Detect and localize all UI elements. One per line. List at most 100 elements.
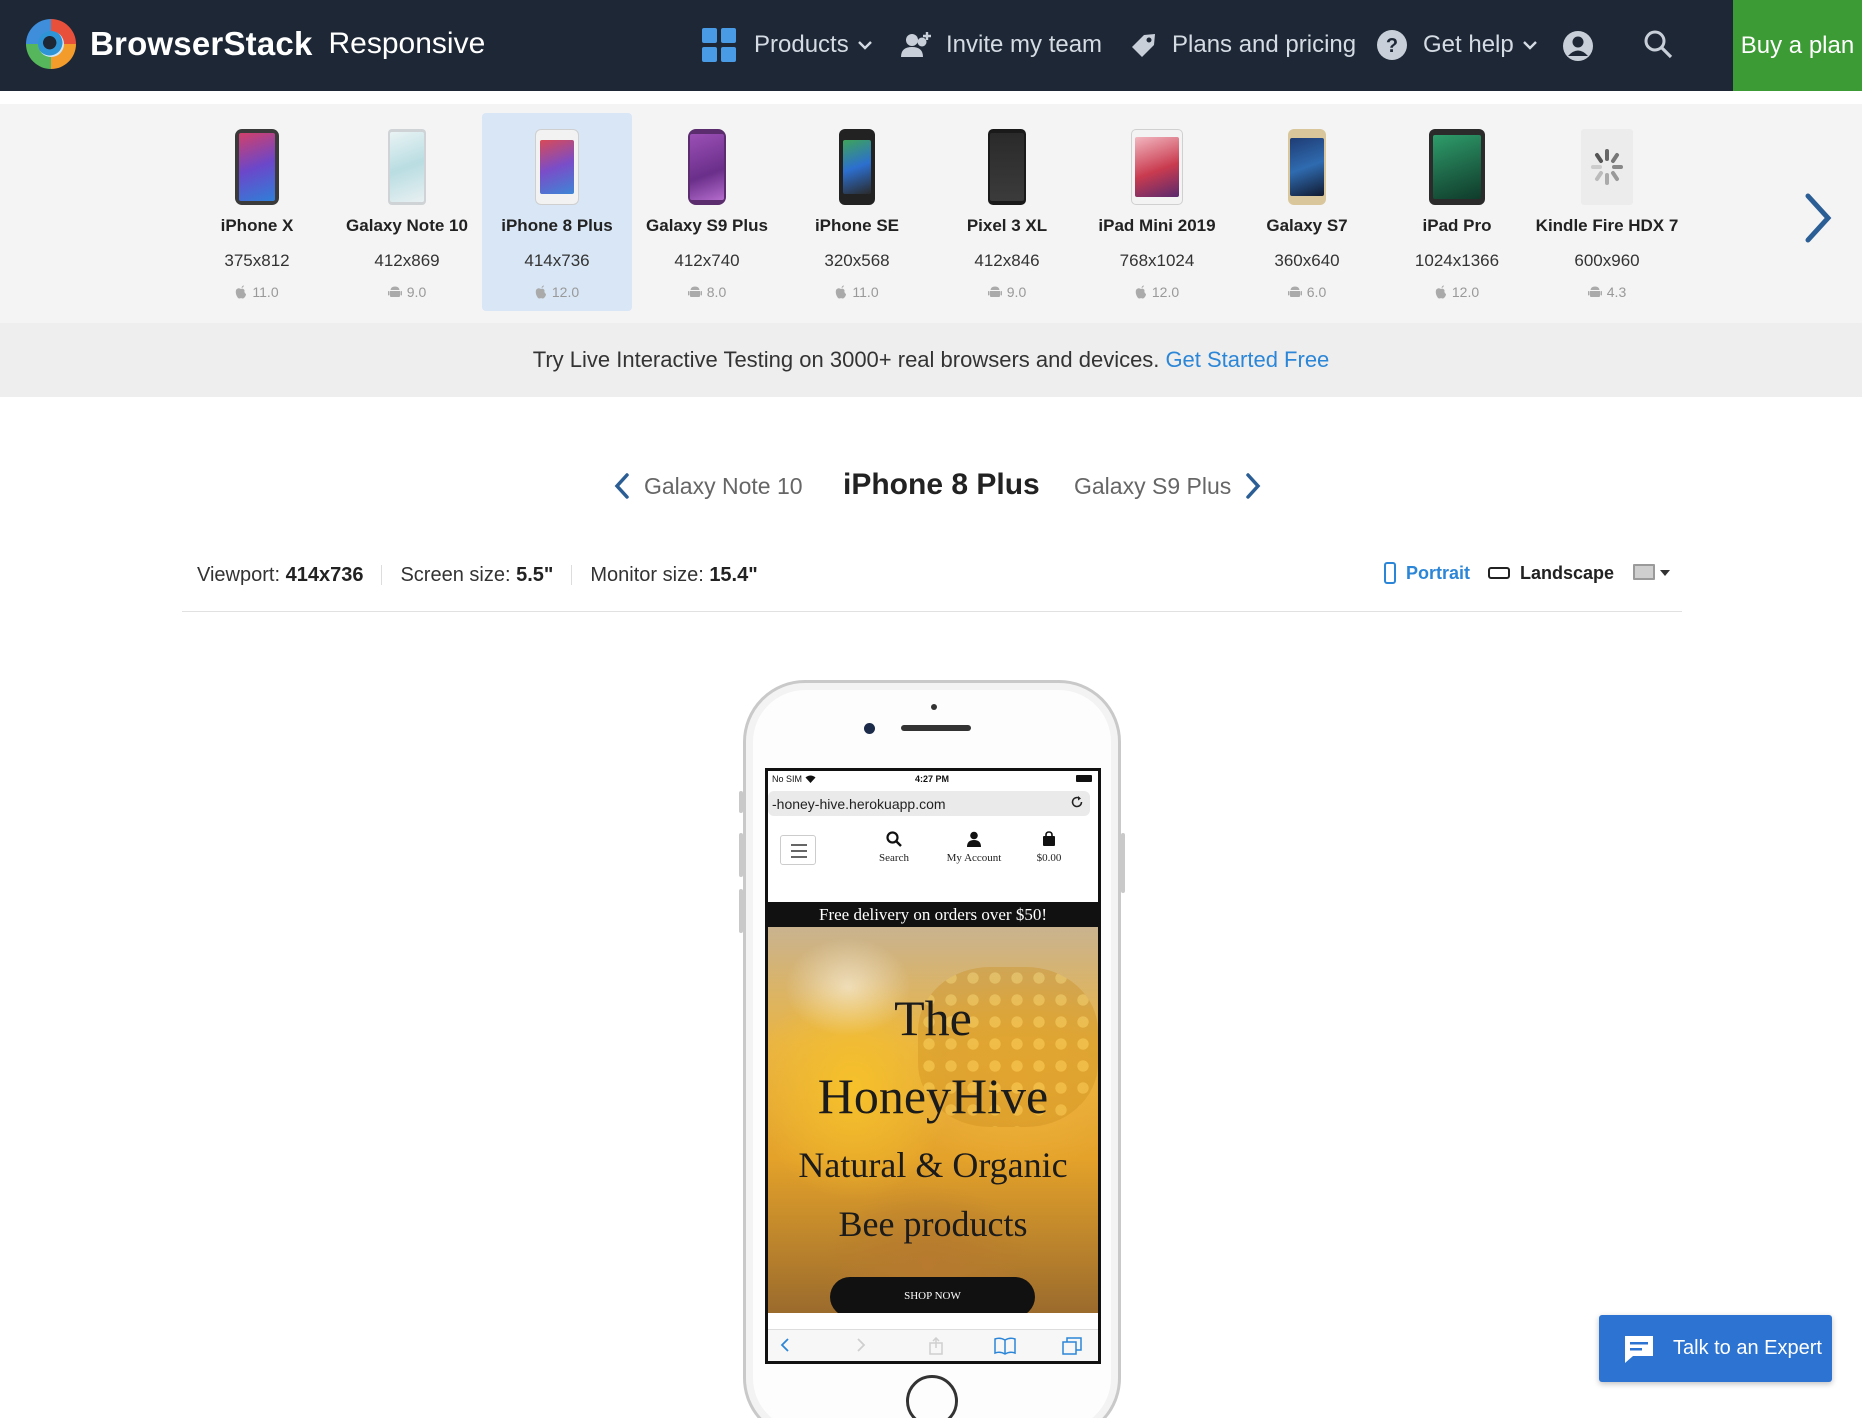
chat-bubble-icon bbox=[1625, 1335, 1653, 1363]
phone-portrait-icon bbox=[1384, 562, 1396, 584]
android-icon bbox=[387, 286, 402, 297]
device-resolution: 600x960 bbox=[1574, 251, 1640, 270]
device-os: 11.0 bbox=[182, 284, 332, 300]
device-iphone-8-plus[interactable]: iPhone 8 Plus 414x736 12.0 bbox=[482, 113, 632, 311]
device-name: iPad Mini 2019 bbox=[1098, 216, 1216, 235]
device-ipad-pro[interactable]: iPad Pro 1024x1366 12.0 bbox=[1382, 113, 1532, 311]
device-name: Galaxy Note 10 bbox=[346, 216, 468, 235]
monitor-size-value: 15.4" bbox=[709, 563, 758, 586]
mute-switch bbox=[739, 791, 743, 813]
viewport-info: Viewport: 414x736 bbox=[197, 564, 363, 587]
device-galaxy-s9-plus[interactable]: Galaxy S9 Plus 412x740 8.0 bbox=[632, 113, 782, 311]
site-header: Search My Account $0.00 bbox=[768, 827, 1098, 877]
volume-down-button bbox=[739, 889, 743, 933]
portrait-button[interactable]: Portrait bbox=[1384, 562, 1470, 584]
device-ipad-mini-2019[interactable]: iPad Mini 2019 768x1024 12.0 bbox=[1082, 113, 1232, 311]
device-info-row: Viewport: 414x736 Screen size: 5.5" Moni… bbox=[197, 560, 758, 590]
android-icon bbox=[1287, 286, 1302, 297]
bookmarks-icon[interactable] bbox=[994, 1337, 1016, 1360]
device-resolution: 412x740 bbox=[674, 251, 740, 270]
device-name: iPhone SE bbox=[814, 216, 900, 235]
cart-total: $0.00 bbox=[1036, 852, 1062, 864]
search-icon[interactable] bbox=[1643, 29, 1673, 59]
safari-address-bar[interactable]: -honey-hive.herokuapp.com bbox=[768, 791, 1090, 816]
portrait-label: Portrait bbox=[1406, 562, 1471, 583]
device-skin-dropdown[interactable] bbox=[1632, 563, 1671, 583]
chevron-right-icon[interactable] bbox=[1800, 190, 1836, 246]
chevron-down-icon bbox=[857, 41, 872, 50]
landscape-button[interactable]: Landscape bbox=[1488, 563, 1614, 584]
buy-plan-button[interactable]: Buy a plan bbox=[1733, 0, 1862, 91]
device-kindle-fire-hdx-7[interactable]: Kindle Fire HDX 7 600x960 4.3 bbox=[1532, 113, 1682, 311]
add-user-icon bbox=[901, 32, 931, 57]
safari-toolbar bbox=[768, 1329, 1098, 1361]
device-name: iPhone 8 Plus bbox=[501, 216, 613, 235]
device-os: 12.0 bbox=[1082, 284, 1232, 300]
talk-to-expert-button[interactable]: Talk to an Expert bbox=[1599, 1315, 1832, 1382]
brand[interactable]: BrowserStack Responsive bbox=[26, 18, 485, 70]
device-os: 11.0 bbox=[782, 284, 932, 300]
nav-plans-pricing[interactable]: Plans and pricing bbox=[1128, 24, 1356, 66]
brand-product: Responsive bbox=[328, 27, 486, 60]
android-icon bbox=[687, 286, 702, 297]
android-icon bbox=[987, 286, 1002, 297]
galaxy-s7-thumbnail bbox=[1285, 129, 1329, 205]
proximity-sensor bbox=[931, 704, 937, 710]
device-screen[interactable]: No SIM 4:27 PM -honey-hive.herokuapp.com… bbox=[765, 768, 1101, 1364]
my-account-label: My Account bbox=[946, 852, 1002, 864]
wifi-icon bbox=[805, 775, 816, 783]
screen-size-value: 5.5" bbox=[516, 563, 554, 586]
landscape-label: Landscape bbox=[1520, 562, 1615, 583]
hamburger-menu-button[interactable] bbox=[780, 835, 816, 865]
device-os: 12.0 bbox=[482, 284, 632, 300]
promo-banner: Try Live Interactive Testing on 3000+ re… bbox=[0, 323, 1862, 397]
device-os: 6.0 bbox=[1232, 284, 1382, 300]
status-time: 4:27 PM bbox=[915, 774, 950, 784]
device-name: Kindle Fire HDX 7 bbox=[1535, 216, 1679, 235]
shop-now-button[interactable]: SHOP NOW bbox=[830, 1277, 1035, 1313]
search-label: Search bbox=[879, 852, 909, 864]
forward-icon[interactable] bbox=[856, 1337, 866, 1358]
device-galaxy-note-10[interactable]: Galaxy Note 10 412x869 9.0 bbox=[332, 113, 482, 311]
price-tag-icon bbox=[1132, 34, 1155, 57]
nav-help-label: Get help bbox=[1423, 31, 1514, 58]
nav-products[interactable]: Products bbox=[702, 24, 873, 66]
device-iphone-x[interactable]: iPhone X 375x812 11.0 bbox=[182, 113, 332, 311]
share-icon[interactable] bbox=[928, 1336, 944, 1360]
site-search[interactable]: Search bbox=[864, 831, 924, 864]
device-resolution: 768x1024 bbox=[1119, 251, 1195, 270]
free-delivery-banner: Free delivery on orders over $50! bbox=[768, 902, 1098, 927]
os-version: 9.0 bbox=[406, 284, 427, 300]
caret-down-icon bbox=[1660, 570, 1671, 576]
user-account-icon[interactable] bbox=[1562, 30, 1594, 62]
site-my-account[interactable]: My Account bbox=[938, 831, 1010, 864]
device-os: 9.0 bbox=[332, 284, 482, 300]
back-icon[interactable] bbox=[780, 1337, 790, 1358]
device-resolution: 1024x1366 bbox=[1414, 251, 1500, 270]
help-circle-icon: ? bbox=[1377, 30, 1407, 60]
previous-device-link[interactable]: Galaxy Note 10 bbox=[614, 472, 803, 500]
device-name: iPad Pro bbox=[1422, 216, 1492, 235]
device-iphone-se[interactable]: iPhone SE 320x568 11.0 bbox=[782, 113, 932, 311]
os-version: 4.3 bbox=[1606, 284, 1627, 300]
next-device-link[interactable]: Galaxy S9 Plus bbox=[1074, 472, 1261, 500]
device-pixel-3-xl[interactable]: Pixel 3 XL 412x846 9.0 bbox=[932, 113, 1082, 311]
device-name: iPhone X bbox=[220, 216, 294, 235]
tabs-icon[interactable] bbox=[1062, 1337, 1082, 1360]
nav-invite-team[interactable]: Invite my team bbox=[900, 24, 1102, 66]
iphone-8-plus-thumbnail bbox=[535, 129, 579, 205]
monitor-icon bbox=[1633, 564, 1656, 580]
get-started-link[interactable]: Get Started Free bbox=[1165, 347, 1329, 373]
device-carousel: iPhone X 375x812 11.0 Galaxy Note 10 412… bbox=[0, 104, 1862, 323]
shopping-bag-icon bbox=[1043, 831, 1055, 846]
nav-get-help[interactable]: ? Get help bbox=[1376, 24, 1538, 66]
os-version: 9.0 bbox=[1006, 284, 1027, 300]
separator bbox=[381, 565, 383, 585]
device-resolution: 414x736 bbox=[524, 251, 590, 270]
device-os: 12.0 bbox=[1382, 284, 1532, 300]
nav-plans-label: Plans and pricing bbox=[1172, 31, 1357, 58]
device-galaxy-s7[interactable]: Galaxy S7 360x640 6.0 bbox=[1232, 113, 1382, 311]
reload-icon[interactable] bbox=[1070, 795, 1084, 809]
site-cart[interactable]: $0.00 bbox=[1024, 831, 1074, 864]
galaxy-note-10-thumbnail bbox=[385, 129, 429, 205]
